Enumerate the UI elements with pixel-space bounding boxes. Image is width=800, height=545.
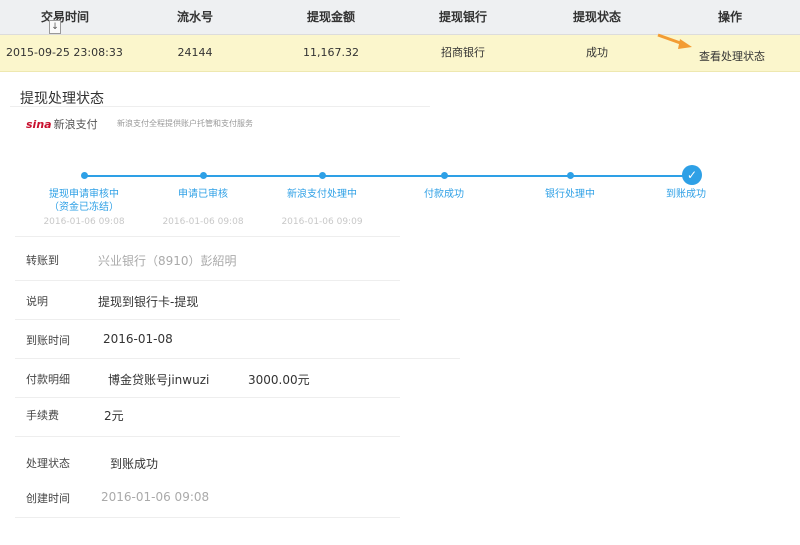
table-header: 交易时间 ↓ 流水号 提现金额 提现银行 提现状态 操作 <box>0 0 800 35</box>
status-value: 到账成功 <box>110 457 159 471</box>
column-header-time[interactable]: 交易时间 <box>20 0 110 34</box>
column-header-amount: 提现金额 <box>306 10 355 24</box>
step-label-4: 付款成功 <box>424 189 464 200</box>
created-label: 创建时间 <box>26 492 70 505</box>
step-dot-1 <box>81 172 88 179</box>
tagline: 新浪支付全程提供账户托管和支付服务 <box>117 119 253 128</box>
fee-value: 2元 <box>104 409 124 423</box>
transfer-label: 转账到 <box>26 254 59 267</box>
step-label-2: 申请已审核 <box>178 189 228 200</box>
progress-track <box>84 175 693 177</box>
payment-amount: 3000.00元 <box>248 373 310 387</box>
step-dot-3 <box>319 172 326 179</box>
panel-title: 提现处理状态 <box>20 91 104 107</box>
divider <box>15 517 400 518</box>
divider <box>15 319 400 320</box>
title-divider <box>10 106 430 107</box>
divider <box>15 358 460 359</box>
divider <box>15 236 400 237</box>
arrival-label: 到账时间 <box>26 334 70 347</box>
view-status-link-label[interactable]: 查看处理状态 <box>699 50 765 63</box>
step-dot-2 <box>200 172 207 179</box>
cell-bank: 招商银行 <box>441 46 485 59</box>
step-label-1-note: （资金已冻结） <box>49 202 119 213</box>
divider <box>15 436 400 437</box>
column-header-action: 操作 <box>717 10 742 24</box>
view-status-link[interactable]: 查看处理状态 <box>684 39 780 75</box>
fee-label: 手续费 <box>26 409 59 422</box>
step-label-3: 新浪支付处理中 <box>287 189 357 200</box>
step-time-2: 2016-01-06 09:08 <box>162 217 244 227</box>
step-time-3: 2016-01-06 09:09 <box>281 217 363 227</box>
annotation-arrow-icon <box>657 33 692 49</box>
divider <box>15 280 400 281</box>
cell-amount: 11,167.32 <box>303 46 359 59</box>
note-label: 说明 <box>26 295 48 308</box>
payment-account: 博金贷账号jinwuzi <box>108 373 210 387</box>
column-header-status: 提现状态 <box>572 10 621 24</box>
cell-time: 2015-09-25 23:08:33 <box>6 46 123 59</box>
note-value: 提现到银行卡-提现 <box>98 295 199 309</box>
step-label-6: 到账成功 <box>666 189 706 200</box>
column-header-serial: 流水号 <box>176 10 213 24</box>
arrival-value: 2016-01-08 <box>103 332 173 346</box>
payment-label: 付款明细 <box>26 373 70 386</box>
step-time-1: 2016-01-06 09:08 <box>43 217 125 227</box>
step-dot-5 <box>567 172 574 179</box>
cell-status: 成功 <box>586 46 608 59</box>
transfer-value: 兴业银行（8910）彭紹明 <box>98 254 237 268</box>
divider <box>15 397 400 398</box>
status-label: 处理状态 <box>26 457 70 470</box>
sina-pay-logo: sina 新浪支付 <box>26 118 98 131</box>
step-label-5: 银行处理中 <box>545 189 595 200</box>
sort-down-icon[interactable]: ↓ <box>49 20 61 34</box>
column-header-bank: 提现银行 <box>438 10 487 24</box>
created-value: 2016-01-06 09:08 <box>101 490 210 504</box>
check-icon: ✓ <box>682 165 702 185</box>
cell-serial: 24144 <box>177 46 213 59</box>
step-dot-4 <box>441 172 448 179</box>
